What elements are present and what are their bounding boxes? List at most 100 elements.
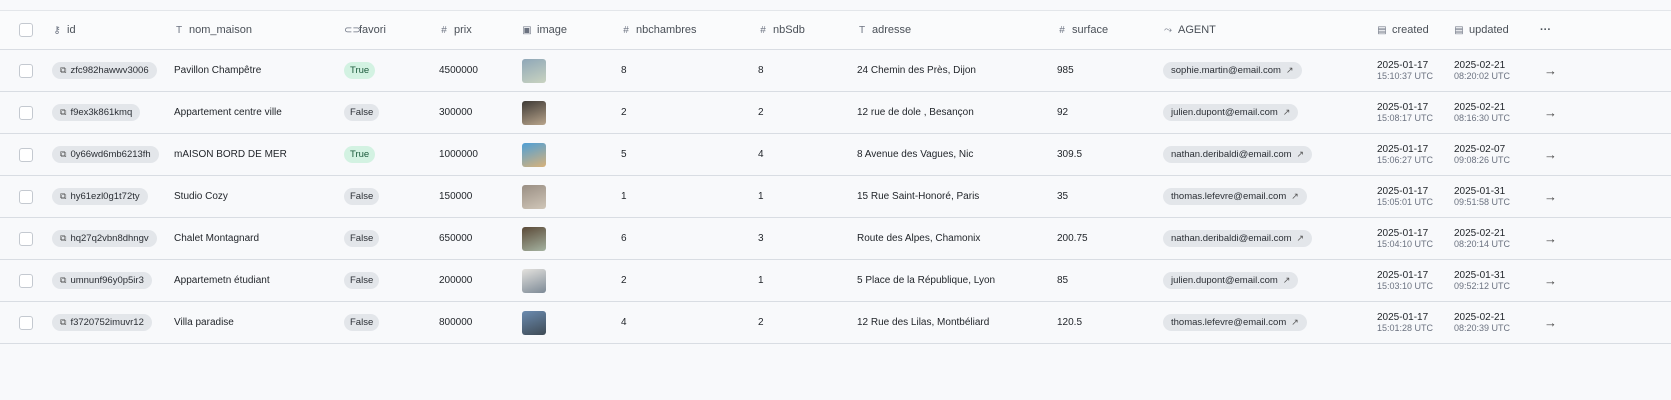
table-row[interactable]: ⧉ 0y66wd6mb6213fh mAISON BORD DE MER True… [0,134,1671,176]
external-link-icon[interactable]: ↗ [1297,149,1305,160]
table-row[interactable]: ⧉ f3720752imuvr12 Villa paradise False 80… [0,302,1671,344]
external-link-icon[interactable]: ↗ [1286,65,1294,76]
nom-maison-cell: Appartement centre ville [174,107,282,118]
id-chip[interactable]: ⧉ hq27q2vbn8dhngv [52,230,157,247]
id-cell[interactable]: ⧉ umnunf96y0p5ir3 [52,260,152,301]
agent-chip[interactable]: sophie.martin@email.com ↗ [1163,62,1302,79]
id-cell[interactable]: ⧉ hq27q2vbn8dhngv [52,218,157,259]
house-thumbnail[interactable] [522,184,546,209]
table-row[interactable]: ⧉ zfc982hawwv3006 Pavillon Champêtre True… [0,50,1671,92]
house-thumbnail[interactable] [522,268,546,293]
external-link-icon[interactable]: ↗ [1283,107,1291,118]
column-header-adresse[interactable]: Tadresse [857,11,911,49]
image-cell[interactable] [522,302,546,343]
image-cell[interactable] [522,218,546,259]
column-header-surface[interactable]: # surface [1057,11,1108,49]
row-checkbox[interactable] [19,302,33,343]
column-header-favori[interactable]: ⊂⊃ favori [344,11,386,49]
table-row[interactable]: ⧉ umnunf96y0p5ir3 Appartemetn étudiant Fa… [0,260,1671,302]
column-header-id[interactable]: ⚷ id [52,11,75,49]
id-chip[interactable]: ⧉ zfc982hawwv3006 [52,62,157,79]
open-record-button[interactable]: → [1544,302,1557,343]
prix-cell: 1000000 [439,149,478,160]
house-thumbnail[interactable] [522,100,546,125]
copy-icon[interactable]: ⧉ [60,149,66,160]
row-checkbox[interactable] [19,134,33,175]
id-cell[interactable]: ⧉ f3720752imuvr12 [52,302,152,343]
open-record-button[interactable]: → [1544,218,1557,259]
copy-icon[interactable]: ⧉ [60,107,66,118]
id-chip[interactable]: ⧉ umnunf96y0p5ir3 [52,272,152,289]
external-link-icon[interactable]: ↗ [1297,233,1305,244]
column-header-prix[interactable]: # prix [439,11,472,49]
open-record-button[interactable]: → [1544,92,1557,133]
open-record-button[interactable]: → [1544,176,1557,217]
created-cell: 2025-01-17 15:05:01 UTC [1377,186,1434,207]
column-header-agent[interactable]: ⤳ AGENT [1163,11,1216,49]
external-link-icon[interactable]: ↗ [1283,275,1291,286]
id-cell[interactable]: ⧉ f9ex3k861kmq [52,92,141,133]
row-checkbox[interactable] [19,50,33,91]
row-checkbox[interactable] [19,176,33,217]
column-header-updated[interactable]: ▤ updated [1454,11,1509,49]
agent-cell[interactable]: julien.dupont@email.com ↗ [1163,92,1299,133]
created-cell: 2025-01-17 15:10:37 UTC [1377,60,1434,81]
image-cell[interactable] [522,92,546,133]
house-thumbnail[interactable] [522,226,546,251]
agent-chip[interactable]: thomas.lefevre@email.com ↗ [1163,188,1307,205]
row-checkbox[interactable] [19,218,33,259]
row-checkbox[interactable] [19,260,33,301]
house-thumbnail[interactable] [522,58,546,83]
agent-cell[interactable]: thomas.lefevre@email.com ↗ [1163,302,1307,343]
table-row[interactable]: ⧉ hy61ezl0g1t72ty Studio Cozy False 15000… [0,176,1671,218]
copy-icon[interactable]: ⧉ [60,233,66,244]
house-thumbnail[interactable] [522,142,546,167]
column-header-nbsdb[interactable]: # nbSdb [758,11,805,49]
toggle-icon: ⊂⊃ [344,24,361,36]
column-header-image[interactable]: ▣ image [522,11,567,49]
agent-cell[interactable]: sophie.martin@email.com ↗ [1163,50,1302,91]
id-chip[interactable]: ⧉ hy61ezl0g1t72ty [52,188,148,205]
column-header-nbchambres[interactable]: # nbchambres [621,11,696,49]
agent-cell[interactable]: nathan.deribaldi@email.com ↗ [1163,134,1313,175]
copy-icon[interactable]: ⧉ [60,191,66,202]
select-all-checkbox[interactable] [19,11,33,49]
agent-chip[interactable]: julien.dupont@email.com ↗ [1163,104,1299,121]
id-cell[interactable]: ⧉ hy61ezl0g1t72ty [52,176,148,217]
open-record-button[interactable]: → [1544,50,1557,91]
column-header-nom-maison[interactable]: Tnom_maison [174,11,252,49]
favori-cell: True [344,50,376,91]
updated-cell: 2025-01-31 09:51:58 UTC [1454,186,1511,207]
agent-chip[interactable]: nathan.deribaldi@email.com ↗ [1163,146,1313,163]
agent-chip[interactable]: nathan.deribaldi@email.com ↗ [1163,230,1313,247]
agent-chip[interactable]: julien.dupont@email.com ↗ [1163,272,1299,289]
external-link-icon[interactable]: ↗ [1291,191,1299,202]
open-record-button[interactable]: → [1544,260,1557,301]
text-icon: T [175,24,183,36]
image-cell[interactable] [522,134,546,175]
external-link-icon[interactable]: ↗ [1291,317,1299,328]
id-chip[interactable]: ⧉ f9ex3k861kmq [52,104,141,121]
column-header-created[interactable]: ▤ created [1377,11,1428,49]
more-columns-button[interactable]: ··· [1540,11,1551,49]
house-thumbnail[interactable] [522,310,546,335]
row-checkbox[interactable] [19,92,33,133]
copy-icon[interactable]: ⧉ [60,275,66,286]
table-row[interactable]: ⧉ f9ex3k861kmq Appartement centre ville F… [0,92,1671,134]
agent-cell[interactable]: nathan.deribaldi@email.com ↗ [1163,218,1313,259]
copy-icon[interactable]: ⧉ [60,65,66,76]
agent-chip[interactable]: thomas.lefevre@email.com ↗ [1163,314,1307,331]
image-cell[interactable] [522,50,546,91]
id-chip[interactable]: ⧉ f3720752imuvr12 [52,314,152,331]
table-row[interactable]: ⧉ hq27q2vbn8dhngv Chalet Montagnard False… [0,218,1671,260]
id-cell[interactable]: ⧉ zfc982hawwv3006 [52,50,157,91]
agent-cell[interactable]: julien.dupont@email.com ↗ [1163,260,1299,301]
id-chip[interactable]: ⧉ 0y66wd6mb6213fh [52,146,159,163]
copy-icon[interactable]: ⧉ [60,317,66,328]
image-cell[interactable] [522,260,546,301]
open-record-button[interactable]: → [1544,134,1557,175]
agent-cell[interactable]: thomas.lefevre@email.com ↗ [1163,176,1307,217]
id-cell[interactable]: ⧉ 0y66wd6mb6213fh [52,134,159,175]
adresse-cell: 15 Rue Saint-Honoré, Paris [857,191,980,202]
image-cell[interactable] [522,176,546,217]
